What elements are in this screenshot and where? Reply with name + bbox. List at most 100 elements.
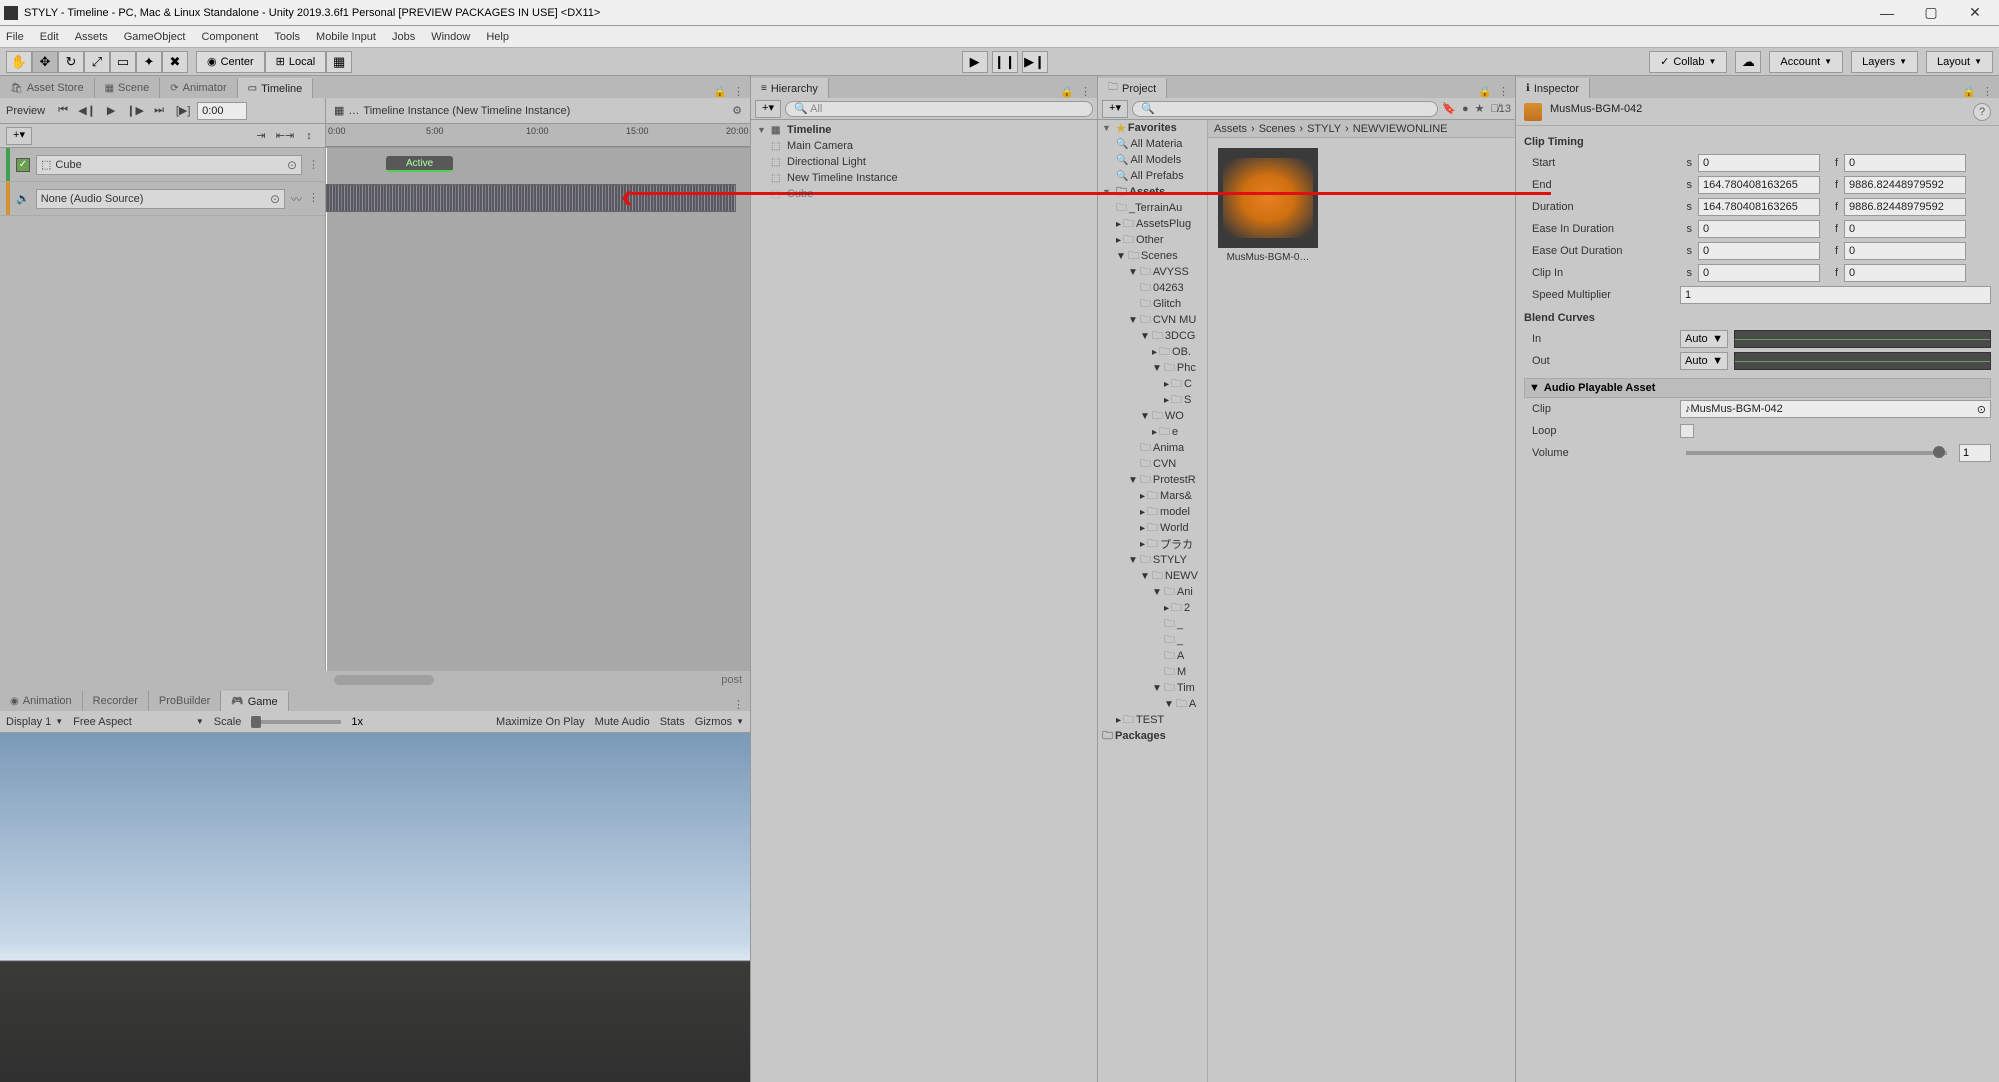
tree-item[interactable]: ▼🗀A xyxy=(1098,696,1207,712)
tree-item[interactable]: ▸🗀Other xyxy=(1098,232,1207,248)
tree-item[interactable]: ▼🗀NEWV xyxy=(1098,568,1207,584)
track-binding-cube[interactable]: ⬚ Cube⊙ xyxy=(36,155,302,175)
next-frame-button[interactable]: ❙▶ xyxy=(125,101,145,121)
menu-help[interactable]: Help xyxy=(486,31,509,43)
tree-item[interactable]: 🗀_ xyxy=(1098,616,1207,632)
hierarchy-search[interactable]: 🔍 All xyxy=(785,101,1093,117)
menu-jobs[interactable]: Jobs xyxy=(392,31,415,43)
clip-in-f-field[interactable]: 0 xyxy=(1844,264,1966,282)
ease-out-f-field[interactable]: 0 xyxy=(1844,242,1966,260)
panel-menu-icon[interactable]: ⋮ xyxy=(733,698,744,711)
tab-hierarchy[interactable]: ≡Hierarchy xyxy=(751,78,829,98)
out-mode-dropdown[interactable]: Auto▼ xyxy=(1680,352,1728,370)
tree-item[interactable]: ▼🗀Ani xyxy=(1098,584,1207,600)
tree-item[interactable]: 🗀04263 xyxy=(1098,280,1207,296)
tree-item[interactable]: 🗀Anima xyxy=(1098,440,1207,456)
tree-item[interactable]: 🔍 All Prefabs xyxy=(1098,168,1207,184)
timeline-breadcrumb[interactable]: ▦ … Timeline Instance (New Timeline Inst… xyxy=(334,104,570,117)
track-row-cube[interactable]: ✓ ⬚ Cube⊙ ⋮ xyxy=(0,148,325,182)
tree-item[interactable]: ⬚Cube xyxy=(751,186,1097,202)
play-timeline-button[interactable]: ▶ xyxy=(101,101,121,121)
tab-game[interactable]: 🎮Game xyxy=(221,691,288,711)
collab-button[interactable]: ✓ Collab▼ xyxy=(1649,51,1727,73)
panel-lock-icon[interactable]: 🔒 xyxy=(1478,85,1492,98)
track-menu-icon[interactable]: ⋮ xyxy=(308,158,319,171)
playhead[interactable] xyxy=(326,148,327,671)
hand-tool-button[interactable]: ✋ xyxy=(6,51,32,73)
scale-slider[interactable] xyxy=(251,720,341,724)
project-breadcrumb[interactable]: Assets › Scenes › STYLY › NEWVIEWONLINE xyxy=(1208,120,1515,138)
clip-field[interactable]: ♪ MusMus-BGM-042⊙ xyxy=(1680,400,1991,418)
scale-tool-button[interactable]: ⤢ xyxy=(84,51,110,73)
edit-mode-replace-icon[interactable]: ↕ xyxy=(299,126,319,146)
tree-item[interactable]: ▸🗀AssetsPlug xyxy=(1098,216,1207,232)
project-search[interactable]: 🔍 xyxy=(1132,101,1438,117)
goto-start-button[interactable]: ⏮ xyxy=(53,101,73,121)
asset-name-field[interactable]: MusMus-BGM-042 xyxy=(1550,103,1965,121)
edit-mode-ripple-icon[interactable]: ⇤⇥ xyxy=(275,126,295,146)
game-view[interactable] xyxy=(0,733,750,1082)
tree-item[interactable]: ▼🗀Tim xyxy=(1098,680,1207,696)
panel-menu-icon[interactable]: ⋮ xyxy=(1080,85,1091,98)
hierarchy-create-button[interactable]: +▾ xyxy=(755,100,781,118)
tab-project[interactable]: 🗀Project xyxy=(1098,78,1167,98)
account-button[interactable]: Account▼ xyxy=(1769,51,1843,73)
menu-file[interactable]: File xyxy=(6,31,24,43)
clip-in-s-field[interactable]: 0 xyxy=(1698,264,1820,282)
in-mode-dropdown[interactable]: Auto▼ xyxy=(1680,330,1728,348)
ease-out-s-field[interactable]: 0 xyxy=(1698,242,1820,260)
cloud-button[interactable]: ☁ xyxy=(1735,51,1761,73)
volume-slider[interactable] xyxy=(1686,451,1947,455)
scene-row[interactable]: ▼▦Timeline xyxy=(751,122,1097,138)
tree-item[interactable]: 🗀CVN xyxy=(1098,456,1207,472)
layers-button[interactable]: Layers▼ xyxy=(1851,51,1918,73)
menu-gameobject[interactable]: GameObject xyxy=(124,31,186,43)
edit-mode-mix-icon[interactable]: ⇥ xyxy=(251,126,271,146)
loop-checkbox[interactable] xyxy=(1680,424,1694,438)
step-button[interactable]: ▶❙ xyxy=(1022,51,1048,73)
menu-assets[interactable]: Assets xyxy=(75,31,108,43)
time-field[interactable]: 0:00 xyxy=(197,102,247,120)
tree-item[interactable]: 🔍 All Models xyxy=(1098,152,1207,168)
tree-item[interactable]: 🗀_TerrainAu xyxy=(1098,200,1207,216)
save-filter-icon[interactable]: ★ xyxy=(1475,102,1485,115)
panel-lock-icon[interactable]: 🔒 xyxy=(1060,85,1074,98)
timeline-track-content[interactable]: Active ‹ xyxy=(326,148,750,671)
start-s-field[interactable]: 0 xyxy=(1698,154,1820,172)
track-menu-icon[interactable]: ⋮ xyxy=(308,191,319,207)
tree-item[interactable]: 🔍 All Materia xyxy=(1098,136,1207,152)
play-button[interactable]: ▶ xyxy=(962,51,988,73)
pivot-local-button[interactable]: ⊞ Local xyxy=(265,51,327,73)
tree-item[interactable]: ⬚Directional Light xyxy=(751,154,1097,170)
play-range-button[interactable]: [▶] xyxy=(173,101,193,121)
tree-item[interactable]: ▼🗀Scenes xyxy=(1098,248,1207,264)
track-binding-audio[interactable]: None (Audio Source)⊙ xyxy=(36,189,285,209)
tree-item[interactable]: 🗀Glitch xyxy=(1098,296,1207,312)
tree-item[interactable]: ▸🗀e xyxy=(1098,424,1207,440)
transform-tool-button[interactable]: ✦ xyxy=(136,51,162,73)
volume-field[interactable]: 1 xyxy=(1959,444,1991,462)
maximize-button[interactable]: ▢ xyxy=(1923,5,1939,21)
timeline-ruler[interactable]: 0:00 5:00 10:00 15:00 20:00 xyxy=(326,124,750,147)
aspect-dropdown[interactable]: Free Aspect▼ xyxy=(73,716,204,728)
duration-f-field[interactable]: 9886.82448979592 xyxy=(1844,198,1966,216)
favorites-row[interactable]: ▼★Favorites xyxy=(1098,120,1207,136)
track-checkbox[interactable]: ✓ xyxy=(16,158,30,172)
menu-tools[interactable]: Tools xyxy=(274,31,300,43)
hidden-toggle-icon[interactable]: 👁̸13 xyxy=(1491,103,1512,115)
tree-item[interactable]: ▼🗀Phc xyxy=(1098,360,1207,376)
display-dropdown[interactable]: Display 1▼ xyxy=(6,716,63,728)
tree-item[interactable]: 🗀A xyxy=(1098,648,1207,664)
menu-mobile-input[interactable]: Mobile Input xyxy=(316,31,376,43)
tab-scene[interactable]: ▦Scene xyxy=(95,78,161,98)
panel-menu-icon[interactable]: ⋮ xyxy=(733,85,744,98)
tree-item[interactable]: ⬚Main Camera xyxy=(751,138,1097,154)
tree-item[interactable]: ⬚New Timeline Instance xyxy=(751,170,1097,186)
menu-window[interactable]: Window xyxy=(431,31,470,43)
prev-frame-button[interactable]: ◀❙ xyxy=(77,101,97,121)
tab-timeline[interactable]: ▭Timeline xyxy=(238,78,314,98)
project-folder-tree[interactable]: ▼★Favorites 🔍 All Materia 🔍 All Models 🔍… xyxy=(1098,120,1208,1082)
add-track-button[interactable]: +▾ xyxy=(6,127,32,145)
tab-recorder[interactable]: Recorder xyxy=(83,691,149,711)
goto-end-button[interactable]: ⏭ xyxy=(149,101,169,121)
